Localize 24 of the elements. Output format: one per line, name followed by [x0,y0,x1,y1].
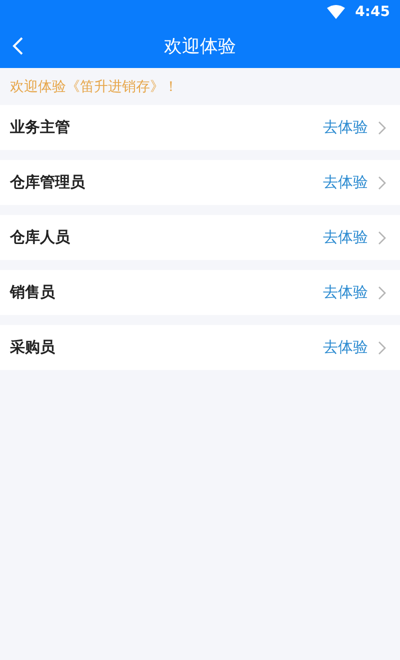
role-row[interactable]: 采购员 去体验 [0,325,400,370]
role-row[interactable]: 业务主管 去体验 [0,105,400,150]
role-name: 销售员 [10,283,56,302]
role-row[interactable]: 仓库管理员 去体验 [0,160,400,205]
role-row[interactable]: 销售员 去体验 [0,270,400,315]
chevron-right-icon [378,340,386,354]
chevron-right-icon [378,230,386,244]
role-name: 采购员 [10,338,56,357]
chevron-right-icon [378,120,386,134]
chevron-right-icon [378,286,386,300]
welcome-notice: 欢迎体验《笛升进销存》！ [9,78,179,96]
try-link[interactable]: 去体验 [323,173,368,192]
try-link[interactable]: 去体验 [323,283,368,302]
page-title: 欢迎体验 [164,35,236,58]
chevron-right-icon [378,176,386,190]
try-link[interactable]: 去体验 [323,228,368,247]
role-name: 仓库人员 [10,228,71,247]
try-link[interactable]: 去体验 [323,338,368,357]
status-time: 4:45 [355,4,390,20]
try-link[interactable]: 去体验 [323,118,368,137]
role-name: 业务主管 [10,118,71,137]
role-row[interactable]: 仓库人员 去体验 [0,215,400,260]
role-name: 仓库管理员 [10,173,86,192]
wifi-icon [327,5,346,19]
